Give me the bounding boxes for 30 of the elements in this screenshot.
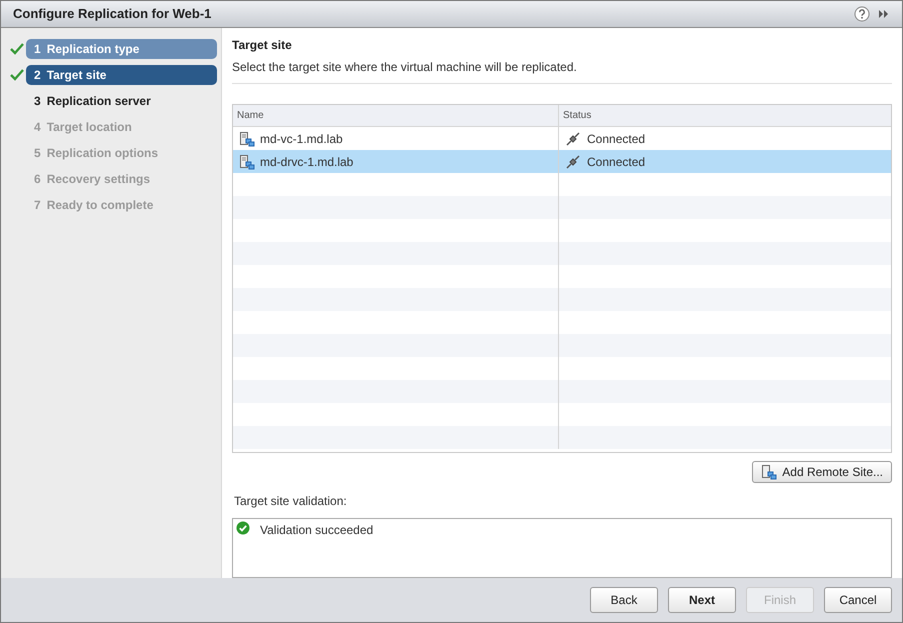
wizard-step: 6 Recovery settings bbox=[26, 169, 217, 189]
plug-icon bbox=[565, 154, 581, 170]
server-add-icon bbox=[761, 464, 778, 480]
wizard-step: 7 Ready to complete bbox=[26, 195, 217, 215]
help-icon[interactable] bbox=[854, 6, 870, 22]
site-name: md-vc-1.md.lab bbox=[260, 130, 343, 148]
site-status: Connected bbox=[587, 130, 646, 148]
wizard-button[interactable]: Next bbox=[668, 587, 736, 613]
wizard-button[interactable]: Back bbox=[590, 587, 658, 613]
table-row[interactable]: md-drvc-1.md.lab Connected bbox=[233, 150, 891, 173]
column-header[interactable]: Name bbox=[237, 108, 264, 123]
wizard-step: 5 Replication options bbox=[26, 143, 217, 163]
window-title: Configure Replication for Web-1 bbox=[13, 5, 212, 24]
server-icon bbox=[239, 154, 255, 170]
validation-label: Target site validation: bbox=[234, 493, 348, 510]
column-header[interactable]: Status bbox=[563, 108, 592, 123]
success-icon bbox=[236, 521, 250, 536]
site-status: Connected bbox=[587, 154, 646, 170]
add-remote-site-button[interactable]: Add Remote Site... bbox=[752, 461, 892, 484]
page-description: Select the target site where the virtual machine will be replicated. bbox=[232, 59, 578, 76]
wizard-step[interactable]: 3 Replication server bbox=[26, 91, 217, 111]
site-name: md-drvc-1.md.lab bbox=[260, 154, 354, 170]
wizard-step: 4 Target location bbox=[26, 117, 217, 137]
plug-icon bbox=[565, 130, 581, 146]
page-title: Target site bbox=[232, 37, 293, 54]
wizard-button[interactable]: Cancel bbox=[824, 587, 892, 613]
wizard-step[interactable]: 2 Target site bbox=[26, 65, 217, 85]
server-icon bbox=[239, 130, 255, 146]
validation-message: Validation succeeded bbox=[260, 522, 374, 540]
expand-icon[interactable] bbox=[878, 9, 890, 19]
